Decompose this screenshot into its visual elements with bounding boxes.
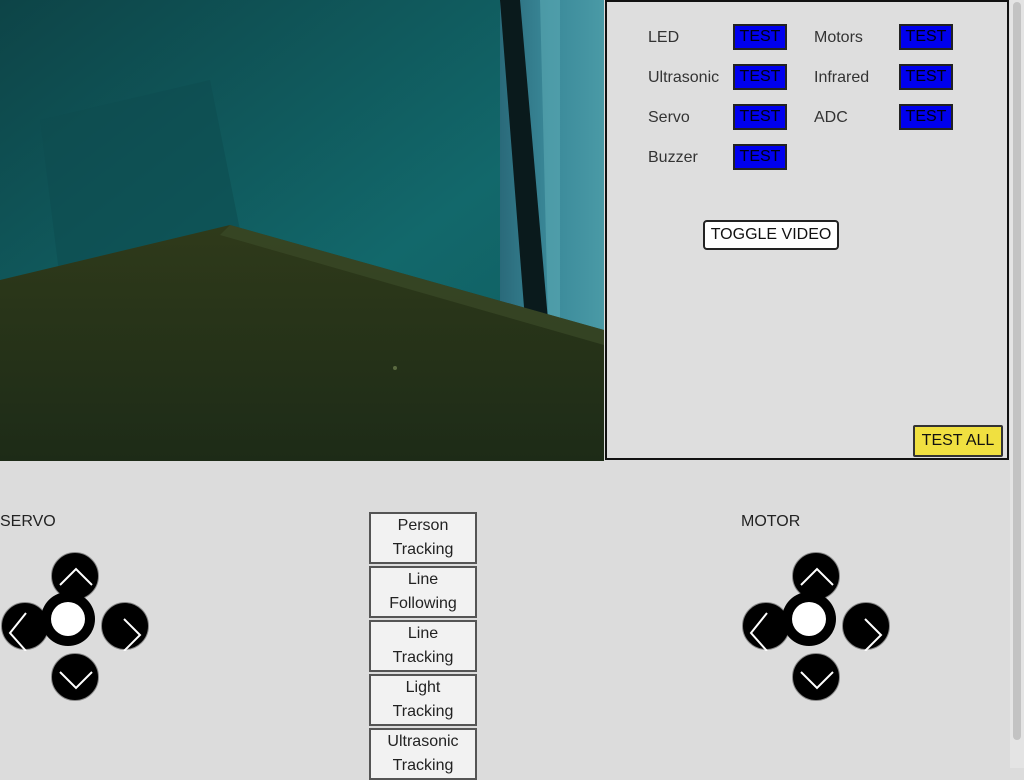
- ultrasonic-label: Ultrasonic: [648, 69, 720, 86]
- chevron-down-icon: [59, 671, 93, 690]
- chevron-right-icon: [864, 618, 883, 651]
- adc-label: ADC: [814, 109, 848, 126]
- infrared-test-button[interactable]: TEST: [899, 64, 953, 90]
- buzzer-label: Buzzer: [648, 149, 698, 166]
- camera-video-feed: [0, 0, 604, 461]
- led-test-button[interactable]: TEST: [733, 24, 787, 50]
- buzzer-test-button[interactable]: TEST: [733, 144, 787, 170]
- led-label: LED: [648, 29, 680, 46]
- chevron-down-icon: [800, 671, 834, 690]
- toggle-video-button[interactable]: TOGGLE VIDEO: [703, 220, 839, 250]
- line-tracking-button[interactable]: Line Tracking: [369, 620, 477, 672]
- servo-center-button[interactable]: [41, 592, 95, 646]
- motors-label: Motors: [814, 29, 863, 46]
- motor-section-label: MOTOR: [741, 513, 801, 530]
- servo-section-label: SERVO: [0, 513, 56, 530]
- servo-right-button[interactable]: [101, 602, 149, 651]
- servo-down-button[interactable]: [51, 653, 99, 701]
- motors-test-button[interactable]: TEST: [899, 24, 953, 50]
- adc-test-button[interactable]: TEST: [899, 104, 953, 130]
- line-following-button[interactable]: Line Following: [369, 566, 477, 618]
- person-tracking-button[interactable]: Person Tracking: [369, 512, 477, 564]
- servo-test-label: Servo: [648, 109, 690, 126]
- motor-center-button[interactable]: [782, 592, 836, 646]
- vertical-scrollbar[interactable]: [1010, 0, 1024, 768]
- test-panel: LED TEST Motors TEST Ultrasonic TEST Inf…: [605, 0, 1009, 460]
- chevron-right-icon: [123, 618, 142, 651]
- servo-test-button[interactable]: TEST: [733, 104, 787, 130]
- light-tracking-button[interactable]: Light Tracking: [369, 674, 477, 726]
- motor-right-button[interactable]: [842, 602, 890, 651]
- motor-down-button[interactable]: [792, 653, 840, 701]
- test-all-button[interactable]: TEST ALL: [913, 425, 1003, 457]
- scrollbar-thumb[interactable]: [1013, 2, 1021, 740]
- infrared-label: Infrared: [814, 69, 870, 86]
- ultrasonic-test-button[interactable]: TEST: [733, 64, 787, 90]
- ultrasonic-tracking-button[interactable]: Ultrasonic Tracking: [369, 728, 477, 780]
